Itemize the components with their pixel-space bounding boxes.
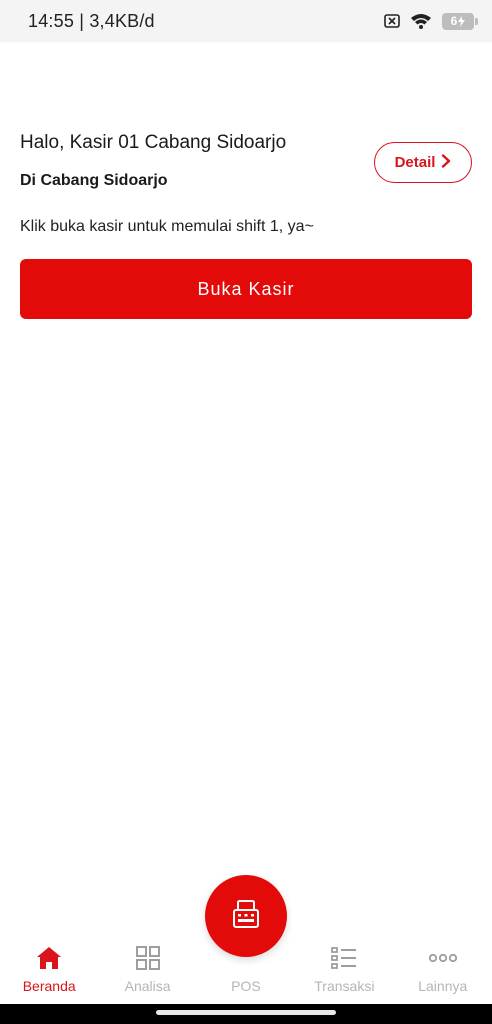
cash-register-icon	[231, 899, 261, 934]
chevron-right-icon	[441, 153, 451, 172]
nav-label-analisa: Analisa	[124, 978, 171, 994]
sim-off-icon	[384, 14, 400, 28]
home-indicator[interactable]	[156, 1010, 336, 1015]
screen: 14:55 | 3,4KB/d 6 Halo, Kasir 01 Cabang …	[0, 0, 492, 1024]
nav-label-lainnya: Lainnya	[418, 978, 468, 994]
nav-item-beranda[interactable]: Beranda	[3, 944, 95, 994]
grid-icon	[134, 944, 162, 972]
battery-level: 6	[450, 14, 458, 28]
shift-hint: Klik buka kasir untuk memulai shift 1, y…	[20, 218, 314, 235]
status-icons: 6	[384, 12, 478, 30]
home-icon	[35, 944, 63, 972]
open-cashier-button[interactable]: Buka Kasir	[20, 259, 472, 319]
wifi-icon	[410, 13, 432, 29]
nav-item-analisa[interactable]: Analisa	[102, 944, 194, 994]
more-dots-icon	[428, 944, 457, 972]
pos-fab-button[interactable]	[205, 875, 287, 957]
list-icon	[330, 944, 358, 972]
nav-item-lainnya[interactable]: Lainnya	[397, 944, 489, 994]
greeting-hello: Halo, Kasir 01 Cabang Sidoarjo	[20, 132, 287, 153]
status-bar: 14:55 | 3,4KB/d 6	[0, 0, 492, 42]
nav-label-beranda: Beranda	[22, 978, 76, 994]
nav-item-transaksi[interactable]: Transaksi	[298, 944, 390, 994]
greeting-branch: Di Cabang Sidoarjo	[20, 172, 168, 189]
detail-label: Detail	[394, 154, 436, 171]
detail-button[interactable]: Detail	[374, 142, 472, 183]
battery-charging-icon: 6	[442, 12, 478, 30]
nav-label-transaksi: Transaksi	[314, 978, 375, 994]
status-time-speed: 14:55 | 3,4KB/d	[28, 10, 155, 31]
nav-label-pos: POS	[231, 978, 261, 994]
